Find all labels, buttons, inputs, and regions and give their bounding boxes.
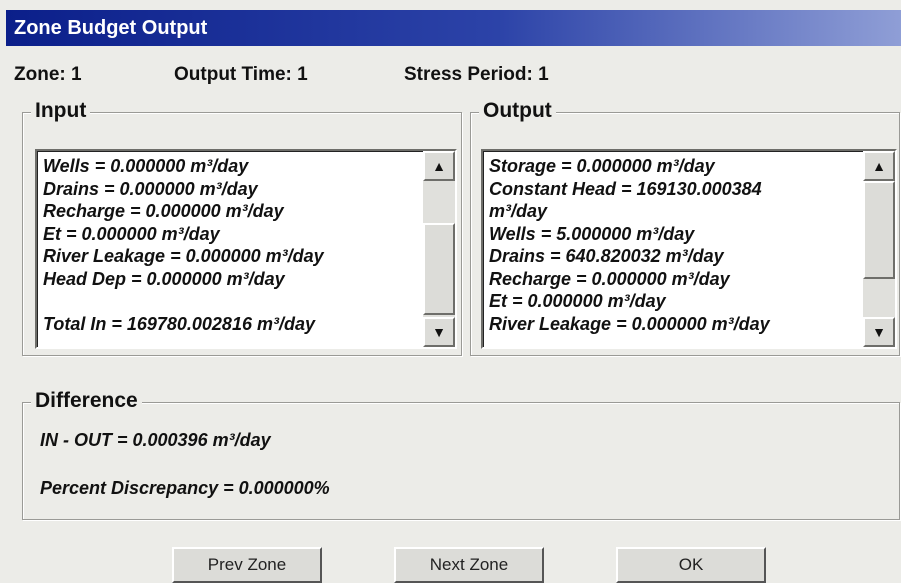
output-time-label: Output Time: 1 — [174, 64, 308, 85]
list-item: Total In = 169780.002816 m³/day — [43, 313, 315, 334]
output-group: Output Storage = 0.000000 m³/day Constan… — [470, 99, 900, 356]
ok-label: OK — [678, 555, 704, 574]
output-scrollbar[interactable]: ▲ ▼ — [863, 151, 895, 347]
scroll-down-button[interactable]: ▼ — [423, 317, 455, 347]
up-arrow-icon: ▲ — [872, 158, 886, 174]
next-zone-button[interactable]: Next Zone — [394, 547, 544, 583]
list-item: Constant Head = 169130.000384 — [489, 178, 762, 199]
window-title: Zone Budget Output — [14, 17, 208, 39]
in-out-value: IN - OUT = 0.000396 m³/day — [40, 430, 271, 450]
window-title-bar[interactable]: Zone Budget Output — [6, 10, 901, 46]
down-arrow-icon: ▼ — [432, 324, 446, 340]
list-item: Recharge = 0.000000 m³/day — [43, 201, 284, 221]
input-scrollbar[interactable]: ▲ ▼ — [423, 151, 455, 347]
list-item: Wells = 5.000000 m³/day — [489, 223, 695, 244]
zone-label: Zone: 1 — [14, 64, 82, 85]
scroll-down-button[interactable]: ▼ — [863, 317, 895, 347]
list-item: River Leakage = 0.000000 m³/day — [43, 246, 324, 266]
dialog-body: Zone: 1 Output Time: 1 Stress Period: 1 … — [6, 46, 901, 583]
list-item: Drains = 640.820032 m³/day — [489, 246, 724, 266]
list-item: m³/day — [489, 201, 548, 221]
list-item: River Leakage = 0.000000 m³/day — [489, 313, 770, 334]
difference-group-title: Difference — [31, 389, 142, 413]
input-group-title: Input — [31, 99, 91, 123]
prev-zone-button[interactable]: Prev Zone — [172, 547, 322, 583]
scroll-up-button[interactable]: ▲ — [863, 151, 895, 181]
stress-period-label: Stress Period: 1 — [404, 64, 549, 85]
list-item: Recharge = 0.000000 m³/day — [489, 268, 730, 289]
next-zone-label: Next Zone — [429, 555, 509, 574]
list-item — [43, 290, 415, 313]
ok-button[interactable]: OK — [616, 547, 766, 583]
output-lines: Storage = 0.000000 m³/day Constant Head … — [489, 155, 855, 335]
output-listbox[interactable]: Storage = 0.000000 m³/day Constant Head … — [481, 149, 897, 349]
scroll-thumb[interactable] — [863, 181, 895, 279]
percent-discrepancy-value: Percent Discrepancy = 0.000000% — [40, 478, 330, 498]
scroll-up-button[interactable]: ▲ — [423, 151, 455, 181]
scroll-thumb[interactable] — [423, 223, 455, 315]
difference-group: Difference — [22, 389, 900, 520]
up-arrow-icon: ▲ — [432, 158, 446, 174]
list-item: Wells = 0.000000 m³/day — [43, 156, 249, 176]
prev-zone-label: Prev Zone — [207, 555, 287, 574]
list-item: Storage = 0.000000 m³/day — [489, 156, 715, 176]
input-group: Input Wells = 0.000000 m³/day Drains = 0… — [22, 99, 462, 356]
output-group-title: Output — [479, 99, 556, 123]
input-listbox[interactable]: Wells = 0.000000 m³/day Drains = 0.00000… — [35, 149, 457, 349]
list-item: Et = 0.000000 m³/day — [43, 223, 220, 244]
list-item: Drains = 0.000000 m³/day — [43, 178, 258, 199]
list-item: Et = 0.000000 m³/day — [489, 291, 666, 311]
list-item: Head Dep = 0.000000 m³/day — [43, 268, 285, 289]
input-lines: Wells = 0.000000 m³/day Drains = 0.00000… — [43, 155, 415, 335]
down-arrow-icon: ▼ — [872, 324, 886, 340]
